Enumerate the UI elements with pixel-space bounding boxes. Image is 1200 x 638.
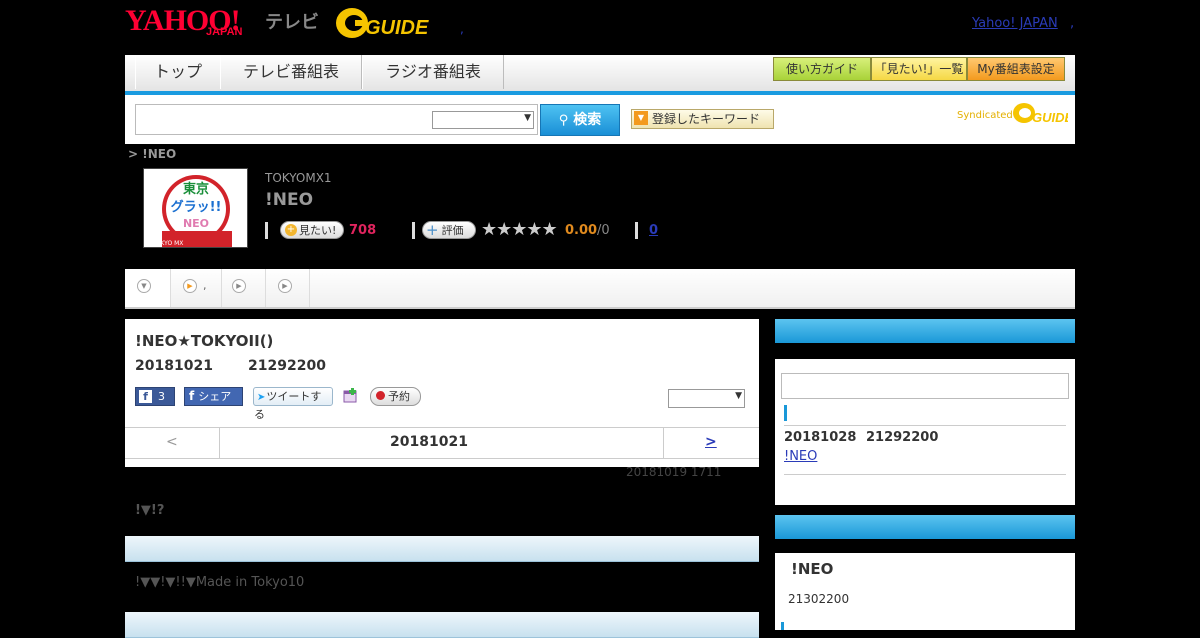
syndicated-label: Syndicated xyxy=(957,110,1013,121)
prev-day-button[interactable]: < xyxy=(166,434,178,450)
comment-count-link[interactable]: 0 xyxy=(649,223,658,238)
next-day-link[interactable]: > xyxy=(705,434,717,450)
syndicated-gguide-logo: GUIDE xyxy=(1013,103,1068,125)
section-marker xyxy=(784,405,787,421)
rate-button-label: 評価 xyxy=(441,224,464,237)
watchlist-button[interactable]: 「見たい!」一覧 xyxy=(871,57,967,81)
rating-value: 0.00 xyxy=(565,223,598,238)
thumb-text-neo: NEO xyxy=(183,217,209,230)
rate-button[interactable]: + 評価 xyxy=(422,221,476,239)
facebook-icon: f xyxy=(139,390,152,403)
thumb-text-show: グラッ!! xyxy=(171,199,222,215)
rating-count: /0 xyxy=(597,223,610,238)
reserve-button[interactable]: 予約 xyxy=(370,387,421,406)
nav-date: 20181021 xyxy=(390,434,468,450)
next-broadcast-link[interactable]: !NEO xyxy=(784,449,817,464)
section-band xyxy=(125,612,759,638)
my-listings-button[interactable]: My番組表設定 xyxy=(967,57,1065,81)
search-button-label: 検索 xyxy=(573,112,602,128)
svg-text:GUIDE: GUIDE xyxy=(1032,110,1068,125)
program-thumbnail: 東京 グラッ!! NEO ©TOKYO MX xyxy=(143,168,248,248)
sidebar-input[interactable] xyxy=(781,373,1069,399)
reserve-label: 予約 xyxy=(388,390,410,403)
content-tabstrip: ▼ ▶ , ▶ ▶ xyxy=(125,269,1075,309)
main-nav: トップ テレビ番組表 ラジオ番組表 使い方ガイド 「見たい!」一覧 My番組表設… xyxy=(125,55,1075,91)
updated-timestamp: 20181019 1711 xyxy=(626,465,722,479)
facebook-share-button[interactable]: f シェア xyxy=(184,387,243,406)
divider xyxy=(412,222,415,239)
record-icon xyxy=(376,391,385,400)
facebook-share-label: シェア xyxy=(198,390,232,403)
breadcrumb: > !NEO xyxy=(128,147,177,161)
plus-icon: + xyxy=(426,221,439,239)
gguide-logo[interactable]: GUIDE xyxy=(335,6,429,40)
episode-date: 20181021 xyxy=(135,358,213,374)
header-separator: , xyxy=(460,22,464,36)
tab-play-3[interactable]: ▶ xyxy=(266,269,310,307)
chevron-down-icon: ▼ xyxy=(735,391,742,401)
sidebar-section-header xyxy=(775,319,1075,343)
search-icon: ⚲ xyxy=(558,113,569,128)
watch-button-label: 見たい! xyxy=(299,224,337,237)
play-icon: ▶ xyxy=(183,279,197,293)
twitter-bird-icon: ➤ xyxy=(257,392,266,403)
section-band xyxy=(125,536,759,562)
play-icon: ▶ xyxy=(232,279,246,293)
tab-top[interactable]: トップ xyxy=(135,55,221,89)
thumb-text-tokyo: 東京 xyxy=(183,181,209,197)
saved-keywords-label: 登録したキーワード xyxy=(652,112,761,126)
tab-play-1[interactable]: ▶ , xyxy=(171,269,222,307)
section-marker xyxy=(781,622,784,630)
related-program-time: 21302200 xyxy=(788,592,850,606)
episode-detail: !▼▼!▼!!▼Made in Tokyo10 xyxy=(135,575,305,590)
channel-name: TOKYOMX1 xyxy=(265,171,332,185)
program-title: !NEO xyxy=(265,190,314,210)
divider xyxy=(784,425,1066,426)
yahoo-logo-sub: JAPAN xyxy=(206,26,243,38)
thumb-text-copyright: ©TOKYO MX xyxy=(146,240,183,247)
facebook-icon: f xyxy=(189,389,195,403)
tweet-button[interactable]: ➤ツイートする xyxy=(253,387,333,421)
svg-text:GUIDE: GUIDE xyxy=(365,17,429,39)
search-category-select[interactable]: ▼ xyxy=(432,111,534,129)
sidebar-section-header xyxy=(775,515,1075,539)
yahoo-japan-link[interactable]: Yahoo! JAPAN xyxy=(972,16,1058,31)
related-program-title: !NEO xyxy=(791,560,834,578)
chevron-down-icon: ▼ xyxy=(524,113,531,123)
calendar-add-icon[interactable] xyxy=(343,388,358,403)
tv-label: テレビ xyxy=(265,12,319,33)
tab-label: , xyxy=(203,279,207,292)
saved-keywords-button[interactable]: ▼ 登録したキーワード xyxy=(631,109,774,129)
sidebar-section-subheader xyxy=(775,343,1075,359)
divider xyxy=(784,474,1066,475)
tab-play-2[interactable]: ▶ xyxy=(222,269,266,307)
episode-title: !NEO★TOKYOII() xyxy=(135,332,274,350)
plus-icon: + xyxy=(285,224,297,236)
chevron-down-icon: ▼ xyxy=(137,279,151,293)
divider xyxy=(635,222,638,239)
episode-select[interactable]: ▼ xyxy=(668,389,745,408)
facebook-like-button[interactable]: f3 xyxy=(135,387,175,406)
search-button[interactable]: ⚲ 検索 xyxy=(540,104,620,136)
header-separator-right: , xyxy=(1070,16,1075,31)
tab-radio-listings[interactable]: ラジオ番組表 xyxy=(362,55,504,89)
watch-count: 708 xyxy=(349,223,377,238)
dropdown-arrow-icon: ▼ xyxy=(634,111,648,125)
divider xyxy=(265,222,268,239)
next-broadcast-time: 21292200 xyxy=(866,430,939,445)
tab-tv-listings[interactable]: テレビ番組表 xyxy=(220,55,362,89)
facebook-like-count: 3 xyxy=(158,390,165,403)
sidebar-section-subheader xyxy=(775,539,1075,553)
watch-button[interactable]: + 見たい! xyxy=(280,221,344,239)
episode-time: 21292200 xyxy=(248,358,326,374)
tab-collapse[interactable]: ▼ xyxy=(125,269,171,307)
play-icon: ▶ xyxy=(278,279,292,293)
episode-summary: !▼!? xyxy=(135,503,165,518)
star-rating: ★★★★★ xyxy=(481,219,558,240)
next-broadcast-date: 20181028 xyxy=(784,430,857,445)
usage-guide-button[interactable]: 使い方ガイド xyxy=(773,57,871,81)
